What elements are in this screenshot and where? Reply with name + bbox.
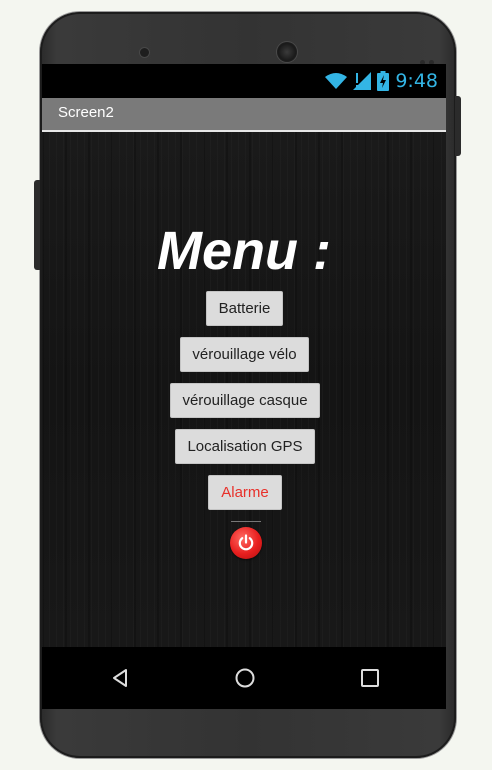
volume-button bbox=[34, 180, 40, 270]
power-divider bbox=[231, 521, 261, 522]
status-time: 9:48 bbox=[395, 70, 438, 92]
home-icon bbox=[235, 668, 255, 688]
battery-charging-icon bbox=[377, 71, 390, 91]
sensor-dots bbox=[420, 50, 440, 65]
back-button[interactable] bbox=[106, 664, 134, 692]
screen: 9:48 Screen2 Menu : Batterie vérouillage… bbox=[42, 64, 446, 709]
recents-button[interactable] bbox=[356, 664, 384, 692]
screen-title: Screen2 bbox=[58, 104, 114, 121]
proximity-sensor bbox=[140, 48, 149, 57]
title-bar: Screen2 bbox=[42, 98, 446, 132]
verrouillage-casque-button[interactable]: vérouillage casque bbox=[170, 383, 320, 418]
alarme-button[interactable]: Alarme bbox=[208, 475, 282, 510]
localisation-gps-button[interactable]: Localisation GPS bbox=[175, 429, 315, 464]
menu-heading: Menu : bbox=[157, 221, 331, 281]
power-side-button bbox=[455, 96, 461, 156]
power-button[interactable] bbox=[230, 527, 262, 559]
power-icon bbox=[238, 534, 254, 551]
navigation-bar bbox=[42, 647, 446, 709]
recents-icon bbox=[361, 669, 379, 687]
signal-icon bbox=[353, 72, 372, 90]
verrouillage-velo-button[interactable]: vérouillage vélo bbox=[180, 337, 309, 372]
front-camera bbox=[277, 42, 297, 62]
back-icon bbox=[113, 669, 127, 687]
status-icons: 9:48 bbox=[325, 70, 438, 92]
home-button[interactable] bbox=[231, 664, 259, 692]
wifi-icon bbox=[325, 73, 348, 89]
status-bar: 9:48 bbox=[42, 64, 446, 98]
content-area: Menu : Batterie vérouillage vélo vérouil… bbox=[42, 132, 446, 647]
batterie-button[interactable]: Batterie bbox=[206, 291, 283, 326]
